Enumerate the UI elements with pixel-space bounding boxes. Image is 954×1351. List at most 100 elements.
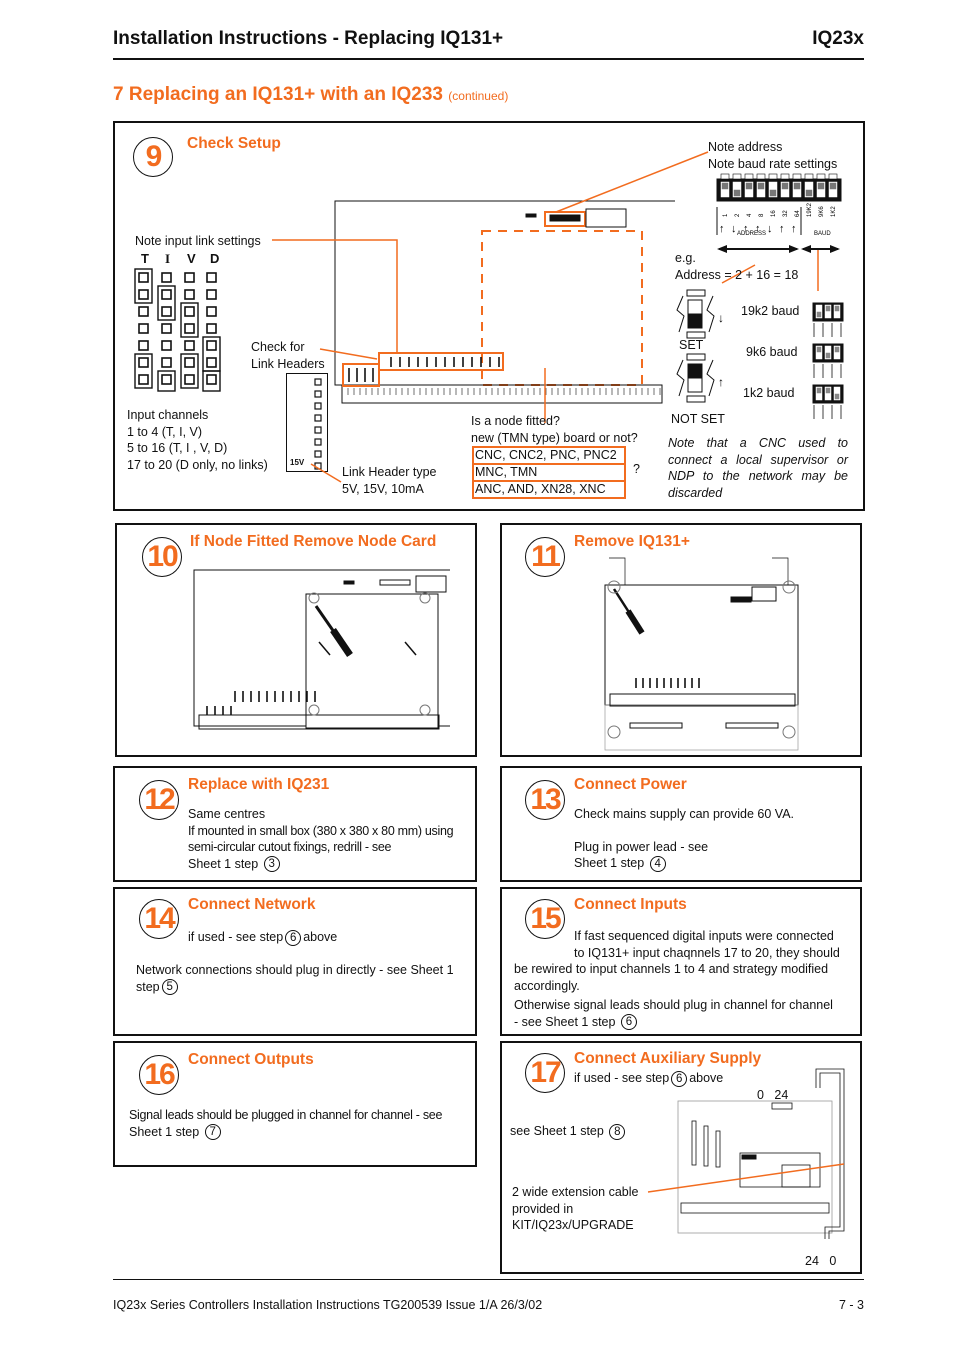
remove-iq131-diagram <box>604 557 799 751</box>
arrowhead <box>801 245 811 253</box>
header-pin <box>314 390 322 398</box>
step-title: Replace with IQ231 <box>188 776 330 793</box>
led <box>343 580 355 585</box>
switch-outline <box>676 359 685 397</box>
connector <box>629 722 683 729</box>
dip-tab <box>756 173 766 180</box>
footer-divider <box>113 1279 864 1280</box>
header-pin <box>314 426 322 434</box>
step-reference[interactable]: 7 <box>204 1124 221 1141</box>
step-title: Connect Inputs <box>574 896 687 913</box>
step-body: Network connections should plug in direc… <box>136 962 471 996</box>
bracket <box>772 557 789 585</box>
step-number-badge: 15 <box>525 899 565 939</box>
header-pin <box>314 402 322 410</box>
dip-arrow: ↑ <box>719 223 725 235</box>
section-continued: (continued) <box>448 89 509 103</box>
dip-label: 9K6 <box>819 206 825 217</box>
dip-knob <box>733 189 741 197</box>
step-14-panel: 14 Connect Network if used - see step 6 ab… <box>113 887 477 1036</box>
dip-tab <box>744 173 754 180</box>
step-9-panel: 9 Check Setup Note input link settings T… <box>113 121 865 511</box>
baud-label: 19k2 baud <box>741 304 800 318</box>
step-reference[interactable]: 6 <box>285 929 302 946</box>
step-number-badge: 16 <box>139 1055 179 1095</box>
bracket <box>609 557 626 585</box>
screw-icon <box>607 725 621 739</box>
step-reference[interactable]: 5 <box>161 979 178 996</box>
step-16-panel: 16 Connect Outputs Signal leads should b… <box>113 1041 477 1167</box>
step-number-badge: 13 <box>525 780 565 820</box>
dip-arrow: ↓ <box>731 223 737 235</box>
text-line: Is a node fitted? <box>471 414 560 428</box>
baud-label: 1k2 baud <box>743 386 795 400</box>
step-body: Signal leads should be plugged in channe… <box>129 1107 474 1141</box>
led <box>525 213 537 218</box>
text-span: step <box>136 979 160 994</box>
dip-tab <box>828 173 838 180</box>
switch-knob <box>687 363 703 379</box>
text-line: be rewired to input channels 1 to 4 and … <box>514 962 829 993</box>
header-pin <box>314 378 322 386</box>
baud-label: 9k6 baud <box>746 345 798 359</box>
baud-label: BAUD <box>814 231 831 237</box>
step-reference[interactable]: 6 <box>620 1014 637 1031</box>
address-label: ADDRESS <box>737 231 766 237</box>
text-span: Sheet 1 step <box>188 856 259 871</box>
step-15-panel: 15 Connect Inputs If fast sequenced digi… <box>500 887 862 1036</box>
dip-knob <box>721 182 729 190</box>
link-header-highlight <box>378 352 504 371</box>
step-13-panel: 13 Connect Power Check mains supply can … <box>500 766 862 882</box>
text-span: - see Sheet 1 step <box>514 1014 616 1029</box>
text-line: Note address <box>708 140 783 154</box>
node-option: ANC, AND, XN28, XNC <box>472 480 626 499</box>
connector <box>415 575 447 593</box>
step-body: if used - see step 6 above <box>188 929 337 946</box>
baud-knob <box>825 352 831 359</box>
baud-knob <box>816 387 822 394</box>
text-line: Plug in power lead - see <box>574 839 709 854</box>
node-card-area <box>481 230 643 386</box>
display-bar <box>741 1154 757 1160</box>
leader-line <box>310 463 342 483</box>
iq131-board <box>604 584 799 706</box>
step-title: Connect Power <box>574 776 687 793</box>
text-line: new (TMN type) board or not? <box>471 430 638 445</box>
dip-label: 16 <box>771 210 777 217</box>
text-line: Check mains supply can provide 60 VA. <box>574 807 795 821</box>
text-line: Signal leads should be plugged in channe… <box>129 1108 443 1122</box>
not-set-label: NOT SET <box>671 412 725 426</box>
step-reference[interactable]: 3 <box>263 856 280 873</box>
dip-label: 1K2 <box>831 206 837 217</box>
footer-page-number: 7 - 3 <box>838 1298 864 1312</box>
dip-knob <box>769 189 777 197</box>
section-title: 7 Replacing an IQ131+ with an IQ233 (con… <box>113 84 508 106</box>
baud-switch-diagrams <box>812 302 844 419</box>
dip-label: 64 <box>795 210 801 217</box>
dip-tab <box>720 173 730 180</box>
dip-knob <box>793 182 801 190</box>
section-title-text: 7 Replacing an IQ131+ with an IQ233 <box>113 84 443 105</box>
dip-tab <box>816 173 826 180</box>
header-pin <box>314 414 322 422</box>
text-line: - see Sheet 1 step 6 <box>514 1014 854 1031</box>
dip-label: 19K2 <box>807 202 813 217</box>
dip-knob <box>745 182 753 190</box>
header-pin <box>314 450 322 458</box>
baud-knob <box>825 387 831 394</box>
step-body: Same centres If mounted in small box (38… <box>188 806 473 873</box>
text-line: e.g. <box>675 251 696 265</box>
note-address-label: Note address Note baud rate settings <box>708 139 837 172</box>
address-example: e.g. Address = 2 + 16 = 18 <box>675 250 798 283</box>
dip-switch <box>730 596 752 603</box>
baud-knob <box>825 305 831 312</box>
step-number-badge: 12 <box>139 780 179 820</box>
step-reference[interactable]: 4 <box>649 855 666 872</box>
dip-label: 32 <box>783 210 789 217</box>
dip-tab <box>780 173 790 180</box>
dip-knob <box>757 182 765 190</box>
dip-knob <box>817 182 825 190</box>
step-17-panel: 17 Connect Auxiliary Supply if used - se… <box>500 1041 862 1274</box>
text-line: Otherwise signal leads should plug in ch… <box>514 998 833 1012</box>
step-body: If fast sequenced digital inputs were co… <box>574 928 840 961</box>
